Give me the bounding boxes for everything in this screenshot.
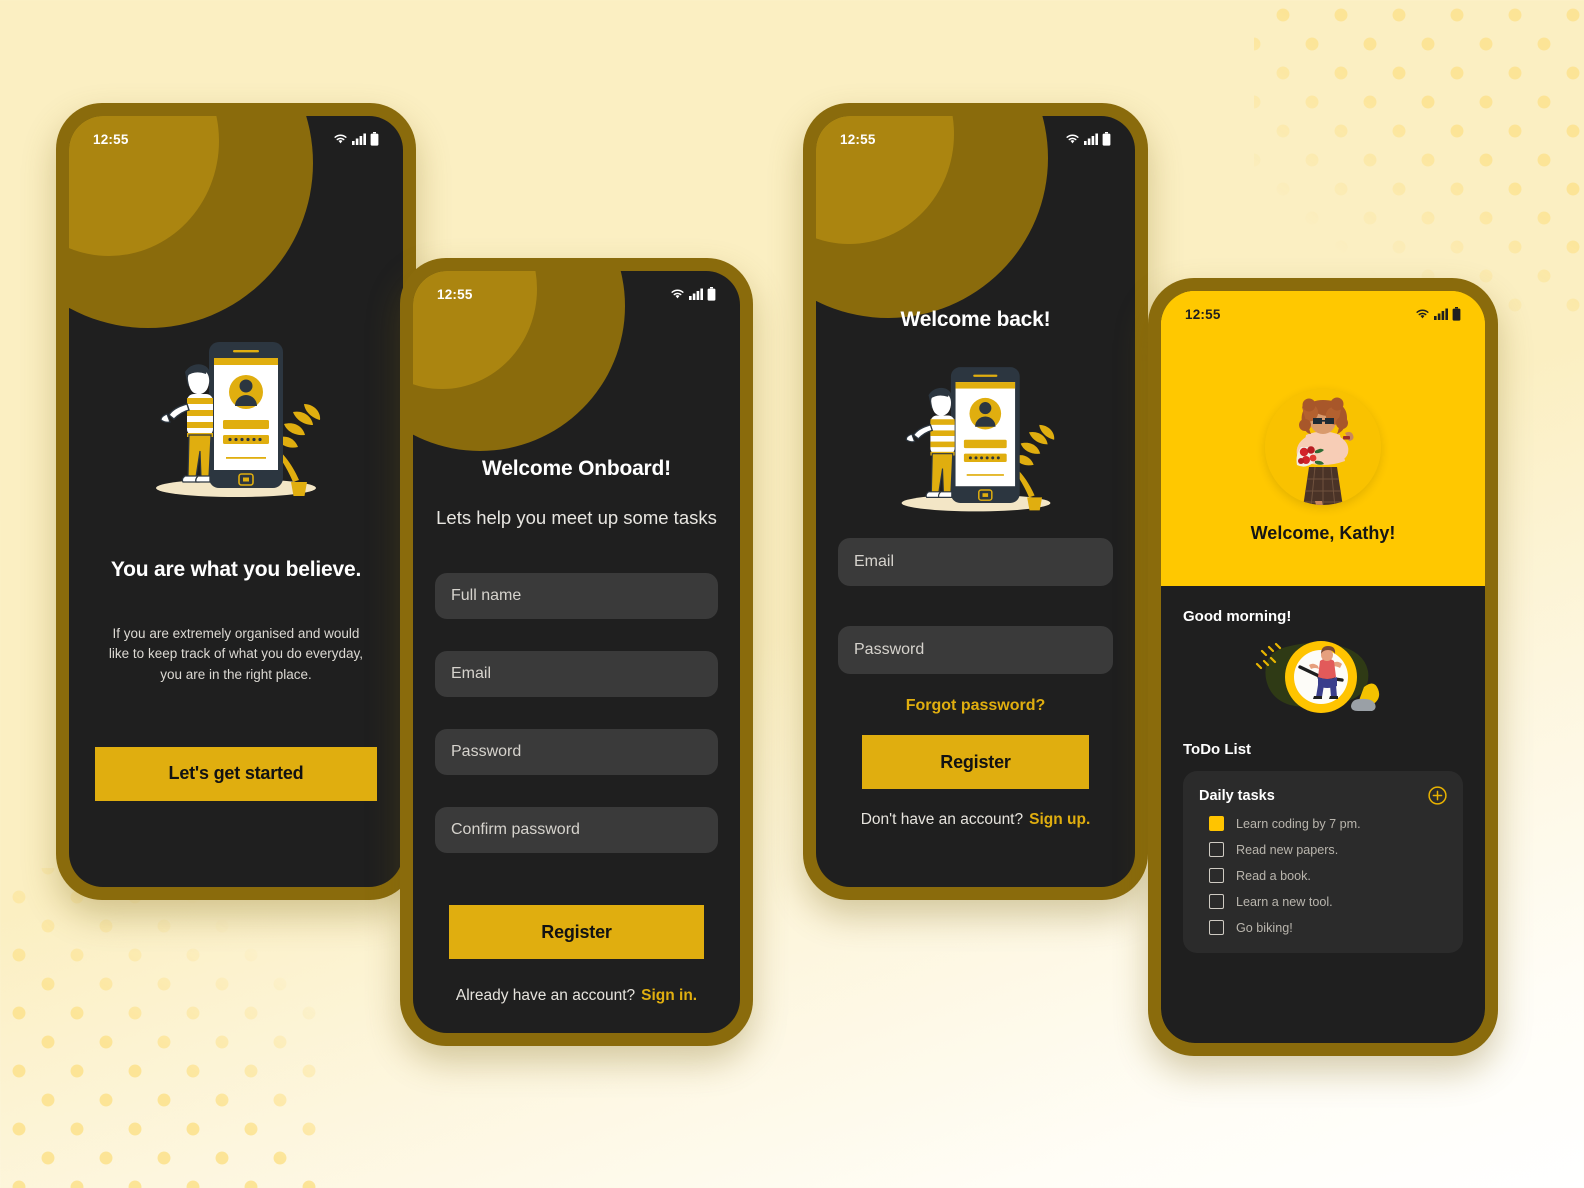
task-checkbox[interactable] [1209,842,1224,857]
status-bar-time: 12:55 [93,131,129,147]
clock-illustration [1183,633,1463,721]
avatar[interactable] [1265,389,1381,505]
todo-list-item[interactable]: Learn coding by 7 pm. [1199,816,1447,831]
daily-tasks-title: Daily tasks [1199,787,1275,804]
register-button[interactable]: Register [449,905,704,959]
screen-dashboard: 12:55 Welcome, Kathy! Good morning! ToDo… [1161,291,1485,1043]
signal-icon [1434,308,1448,320]
screen-register: 12:55 Welcome Onboard! Lets help you mee… [413,271,740,1033]
login-illustration [95,330,377,502]
signal-icon [1084,133,1098,145]
daily-tasks-card: Daily tasks Learn coding by 7 pm. Read n… [1183,771,1463,953]
task-label: Read new papers. [1236,842,1339,857]
login-heading: Welcome back! [900,308,1051,331]
status-bar: 12:55 [69,116,403,162]
background-dot-pattern-bottom-left [0,868,320,1188]
phone-mockup-dashboard: 12:55 Welcome, Kathy! Good morning! ToDo… [1148,278,1498,1056]
status-bar-icons [670,287,716,301]
wifi-icon [1416,309,1429,319]
greeting-text: Good morning! [1183,608,1292,625]
status-bar: 12:55 [413,271,740,317]
task-label: Learn coding by 7 pm. [1236,816,1361,831]
battery-icon [1452,307,1461,321]
todo-list-item[interactable]: Learn a new tool. [1199,894,1447,909]
todo-list-item[interactable]: Read new papers. [1199,842,1447,857]
status-bar-icons [1065,132,1111,146]
register-heading: Welcome Onboard! [482,457,671,480]
task-checkbox[interactable] [1209,868,1224,883]
screen-login: 12:55 Welcome back! Email Password Forgo… [816,116,1135,887]
password-input[interactable]: Password [838,626,1113,674]
email-input[interactable]: Email [435,651,718,697]
screen-onboarding-intro: 12:55 You are what you believe. If you a… [69,116,403,887]
register-subheading: Lets help you meet up some tasks [436,507,717,528]
task-label: Learn a new tool. [1236,894,1333,909]
status-bar-time: 12:55 [1185,306,1221,322]
dont-have-account-label: Don't have an account? [860,811,1024,828]
wifi-icon [1066,134,1079,144]
task-checkbox[interactable] [1209,816,1224,831]
onboarding-heading: You are what you believe. [110,558,362,581]
welcome-message: Welcome, Kathy! [1250,523,1396,543]
circle-plus-icon[interactable] [1428,786,1447,805]
wifi-icon [334,134,347,144]
status-bar: 12:55 [816,116,1135,162]
todo-list-item[interactable]: Go biking! [1199,920,1447,935]
status-bar-time: 12:55 [840,131,876,147]
full-name-input[interactable]: Full name [435,573,718,619]
status-bar-icons [1415,307,1461,321]
login-footer: Don't have an account? Sign up. [838,811,1113,829]
forgot-password-link[interactable]: Forgot password? [838,697,1113,715]
task-checkbox[interactable] [1209,894,1224,909]
phone-mockup-onboarding-intro: 12:55 You are what you believe. If you a… [56,103,416,900]
confirm-password-input[interactable]: Confirm password [435,807,718,853]
login-illustration [838,356,1113,516]
register-footer: Already have an account? Sign in. [435,987,718,1005]
dashboard-content: Welcome, Kathy! Good morning! ToDo List … [1161,291,1485,1043]
register-button[interactable]: Register [862,735,1089,789]
signal-icon [352,133,366,145]
task-checkbox[interactable] [1209,920,1224,935]
battery-icon [707,287,716,301]
status-bar-icons [333,132,379,146]
dashboard-body: Good morning! ToDo List Daily tasks Lear… [1161,586,1485,1043]
battery-icon [370,132,379,146]
status-bar-time: 12:55 [437,286,473,302]
signal-icon [689,288,703,300]
status-bar: 12:55 [1161,291,1485,337]
already-have-account-label: Already have an account? [455,987,636,1004]
sign-up-link[interactable]: Sign up. [1029,811,1090,828]
task-label: Read a book. [1236,868,1311,883]
user-photo-kathy [1265,389,1381,505]
wifi-icon [671,289,684,299]
sign-in-link[interactable]: Sign in. [641,987,697,1004]
lets-get-started-button[interactable]: Let's get started [95,746,377,801]
password-input[interactable]: Password [435,729,718,775]
background-dot-pattern-top-right [1254,0,1584,316]
register-content: Welcome Onboard! Lets help you meet up s… [413,271,740,1033]
daily-tasks-header: Daily tasks [1199,786,1447,805]
todo-list-item[interactable]: Read a book. [1199,868,1447,883]
task-label: Go biking! [1236,920,1293,935]
todo-list-title: ToDo List [1183,741,1252,758]
phone-mockup-login: 12:55 Welcome back! Email Password Forgo… [803,103,1148,900]
battery-icon [1102,132,1111,146]
onboarding-intro-content: You are what you believe. If you are ext… [69,116,403,887]
phone-mockup-register: 12:55 Welcome Onboard! Lets help you mee… [400,258,753,1046]
login-content: Welcome back! Email Password Forgot pass… [816,116,1135,887]
onboarding-body-text: If you are extremely organised and would… [108,626,364,682]
email-input[interactable]: Email [838,538,1113,586]
